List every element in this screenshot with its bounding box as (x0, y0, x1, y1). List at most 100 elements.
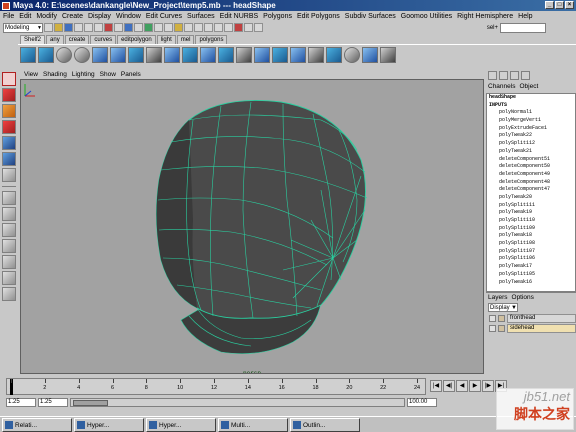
snap-grid-icon[interactable] (184, 23, 193, 32)
snap-point-icon[interactable] (204, 23, 213, 32)
input-node-item[interactable]: polyMergeVert1 (487, 117, 575, 125)
bevel-icon[interactable] (272, 46, 288, 63)
input-node-item[interactable]: deleteComponent51 (487, 156, 575, 164)
input-node-item[interactable]: polySplit111 (487, 202, 575, 210)
end-time-field[interactable]: 100.00 (407, 397, 437, 407)
panel-menu-lighting[interactable]: Lighting (72, 71, 95, 78)
wedge-face-icon[interactable] (290, 46, 306, 63)
visibility-toggle[interactable] (489, 314, 496, 322)
delete-history-icon[interactable] (236, 46, 252, 63)
uv-editor-icon[interactable] (380, 46, 396, 63)
triangulate-icon[interactable] (308, 46, 324, 63)
mask-surfaces-icon[interactable] (134, 23, 143, 32)
panel-menu-show[interactable]: Show (100, 71, 116, 78)
layer-row[interactable]: sidehead (486, 323, 576, 333)
panel-menu-panels[interactable]: Panels (121, 71, 141, 78)
layer-row[interactable]: fronthead (486, 313, 576, 323)
input-node-item[interactable]: polySplit109 (487, 225, 575, 233)
menu-goomoo-utilities[interactable]: Goomoo Utilities (401, 13, 452, 20)
ipr-render-icon[interactable] (244, 23, 253, 32)
extrude-edge-icon[interactable] (128, 46, 144, 63)
menu-file[interactable]: File (3, 13, 14, 20)
tool-settings-toggle-icon[interactable] (510, 71, 519, 80)
input-node-item[interactable]: polySplit106 (487, 255, 575, 263)
layer-color-swatch[interactable] (498, 314, 505, 322)
harden-edge-icon[interactable] (362, 46, 378, 63)
menu-right-hemisphere[interactable]: Right Hemisphere (457, 13, 513, 20)
node-name[interactable]: headShape (487, 94, 575, 102)
mask-curves-icon[interactable] (124, 23, 133, 32)
layout-side-icon[interactable] (2, 223, 16, 237)
select-object-icon[interactable] (84, 23, 93, 32)
layout-outliner-icon[interactable] (2, 239, 16, 253)
tab-curves[interactable]: curves (90, 35, 117, 44)
menu-window[interactable]: Window (116, 13, 141, 20)
collapse-icon[interactable] (254, 46, 270, 63)
open-scene-icon[interactable] (54, 23, 63, 32)
input-node-item[interactable]: polyTweak22 (487, 132, 575, 140)
tab-any[interactable]: any (46, 35, 64, 44)
select-tool-icon[interactable] (2, 72, 16, 86)
append-polygon-icon[interactable] (164, 46, 180, 63)
layout-graph-icon[interactable] (2, 271, 16, 285)
poly-plane-icon[interactable] (20, 46, 36, 63)
mask-misc-icon[interactable] (174, 23, 183, 32)
channel-box-toggle-icon[interactable] (488, 71, 497, 80)
maximize-button[interactable]: □ (555, 1, 564, 9)
layer-name[interactable]: sidehead (507, 323, 576, 333)
menu-create[interactable]: Create (62, 13, 83, 20)
input-node-item[interactable]: polySplit108 (487, 240, 575, 248)
render-icon[interactable] (234, 23, 243, 32)
tab-mel[interactable]: mel (176, 35, 195, 44)
tab-light[interactable]: light (156, 35, 176, 44)
layer-menu-layers[interactable]: Layers (488, 294, 508, 301)
play-backward-icon[interactable]: ◀ (456, 380, 468, 392)
snap-curve-icon[interactable] (194, 23, 203, 32)
input-node-item[interactable]: deleteComponent48 (487, 179, 575, 187)
menu-polygons[interactable]: Polygons (263, 13, 292, 20)
input-node-item[interactable]: deleteComponent49 (487, 171, 575, 179)
selection-input[interactable] (500, 22, 546, 33)
layer-type-dropdown[interactable]: Display ▼ (488, 303, 518, 312)
input-node-item[interactable]: polySplit110 (487, 217, 575, 225)
input-node-item[interactable]: deleteComponent47 (487, 186, 575, 194)
layout-single-icon[interactable] (2, 191, 16, 205)
move-tool-icon[interactable] (2, 104, 16, 118)
menu-subdiv-surfaces[interactable]: Subdiv Surfaces (345, 13, 396, 20)
minimize-button[interactable]: _ (545, 1, 554, 9)
menu-edit-polygons[interactable]: Edit Polygons (297, 13, 340, 20)
time-slider-track[interactable]: 1 2 4 6 8 10 12 14 16 18 20 22 24 (6, 378, 426, 395)
taskbar-button-outliner[interactable]: Outlin... (290, 418, 360, 432)
quadrangulate-icon[interactable] (326, 46, 342, 63)
menu-display[interactable]: Display (88, 13, 111, 20)
mask-joints-icon[interactable] (114, 23, 123, 32)
go-to-start-icon[interactable]: |◀ (430, 380, 442, 392)
snap-view-plane-icon[interactable] (214, 23, 223, 32)
mirror-icon[interactable] (200, 46, 216, 63)
smooth-icon[interactable] (74, 46, 90, 63)
input-node-item[interactable]: polyTweak19 (487, 209, 575, 217)
mask-dynamics-icon[interactable] (154, 23, 163, 32)
soften-edge-icon[interactable] (344, 46, 360, 63)
input-node-item[interactable]: polyExtrudeFace1 (487, 125, 575, 133)
tab-polygons[interactable]: polygons (195, 35, 228, 44)
input-node-item[interactable]: polyNormal1 (487, 109, 575, 117)
menu-edit-nurbs[interactable]: Edit NURBS (220, 13, 259, 20)
attribute-editor-toggle-icon[interactable] (499, 71, 508, 80)
input-node-item[interactable]: polyTweak17 (487, 263, 575, 271)
menu-edit-curves[interactable]: Edit Curves (146, 13, 182, 20)
manipulator-tool-icon[interactable] (2, 152, 16, 166)
menu-help[interactable]: Help (518, 13, 532, 20)
normals-icon[interactable] (218, 46, 234, 63)
split-polygon-icon[interactable] (92, 46, 108, 63)
tab-shelf2[interactable]: Shelf2 (20, 35, 46, 44)
input-node-item[interactable]: polyTweak16 (487, 279, 575, 287)
new-scene-icon[interactable] (44, 23, 53, 32)
time-slider[interactable]: 1 2 4 6 8 10 12 14 16 18 20 22 24 |◀ ◀| ◀ ▶ |▶ ▶| (0, 378, 576, 395)
panel-menu-shading[interactable]: Shading (43, 71, 67, 78)
mode-dropdown[interactable]: Modeling ▼ (3, 22, 43, 33)
input-node-item[interactable]: deleteComponent50 (487, 163, 575, 171)
input-node-item[interactable]: polyTweak20 (487, 194, 575, 202)
merge-vertices-icon[interactable] (146, 46, 162, 63)
input-node-item[interactable]: polySplit112 (487, 140, 575, 148)
